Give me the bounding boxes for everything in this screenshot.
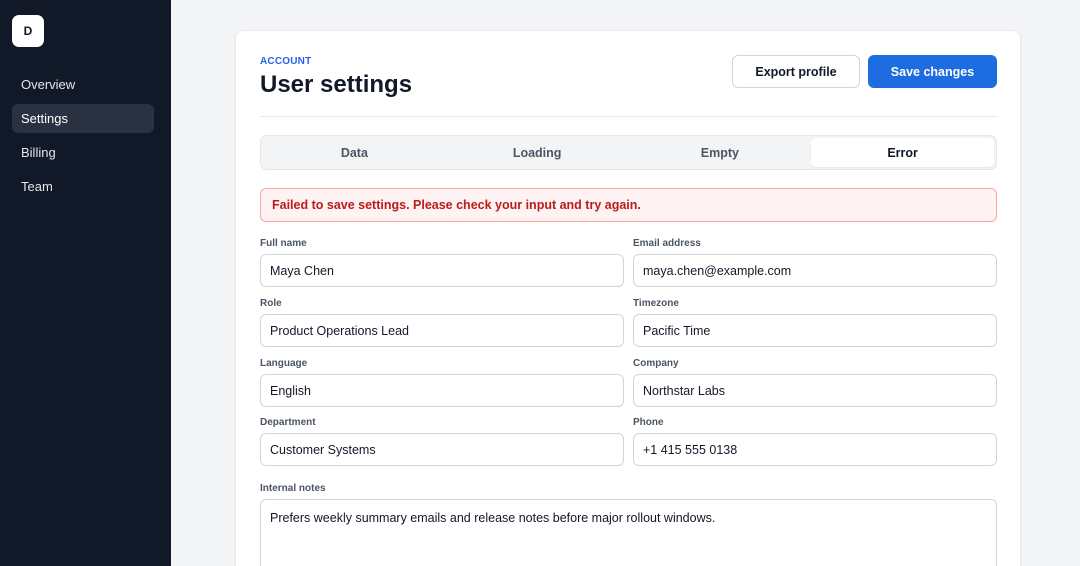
email-label: Email address	[633, 238, 701, 249]
app: D Overview Settings Billing Team ACCOUNT…	[0, 0, 1080, 566]
language-label: Language	[260, 358, 308, 369]
tab-empty[interactable]: Empty	[629, 138, 812, 167]
section-eyebrow: ACCOUNT	[260, 56, 312, 67]
internal-notes-label: Internal notes	[260, 483, 326, 494]
company-label: Company	[633, 358, 679, 369]
internal-notes-textarea[interactable]: Prefers weekly summary emails and releas…	[260, 499, 997, 566]
phone-input[interactable]: +1 415 555 0138	[633, 433, 997, 466]
tab-error[interactable]: Error	[811, 138, 994, 167]
role-input[interactable]: Product Operations Lead	[260, 314, 624, 347]
tab-loading[interactable]: Loading	[446, 138, 629, 167]
tab-data[interactable]: Data	[263, 138, 446, 167]
app-logo[interactable]: D	[12, 15, 44, 47]
header-divider	[260, 116, 997, 117]
department-label: Department	[260, 417, 316, 428]
full-name-label: Full name	[260, 238, 307, 249]
sidebar-item-settings[interactable]: Settings	[12, 104, 154, 133]
department-input[interactable]: Customer Systems	[260, 433, 624, 466]
timezone-input[interactable]: Pacific Time	[633, 314, 997, 347]
role-label: Role	[260, 298, 282, 309]
sidebar: D Overview Settings Billing Team	[0, 0, 171, 566]
state-tabs: Data Loading Empty Error	[260, 135, 997, 170]
sidebar-item-billing[interactable]: Billing	[12, 138, 154, 167]
settings-card: ACCOUNT User settings Export profile Sav…	[235, 30, 1021, 566]
sidebar-item-overview[interactable]: Overview	[12, 70, 154, 99]
phone-label: Phone	[633, 417, 664, 428]
error-alert: Failed to save settings. Please check yo…	[260, 188, 997, 222]
email-input[interactable]: maya.chen@example.com	[633, 254, 997, 287]
timezone-label: Timezone	[633, 298, 679, 309]
export-profile-button[interactable]: Export profile	[732, 55, 860, 88]
company-input[interactable]: Northstar Labs	[633, 374, 997, 407]
sidebar-item-team[interactable]: Team	[12, 172, 154, 201]
save-changes-button[interactable]: Save changes	[868, 55, 997, 88]
sidebar-nav: Overview Settings Billing Team	[12, 70, 154, 206]
full-name-input[interactable]: Maya Chen	[260, 254, 624, 287]
language-input[interactable]: English	[260, 374, 624, 407]
page-title: User settings	[260, 71, 413, 98]
